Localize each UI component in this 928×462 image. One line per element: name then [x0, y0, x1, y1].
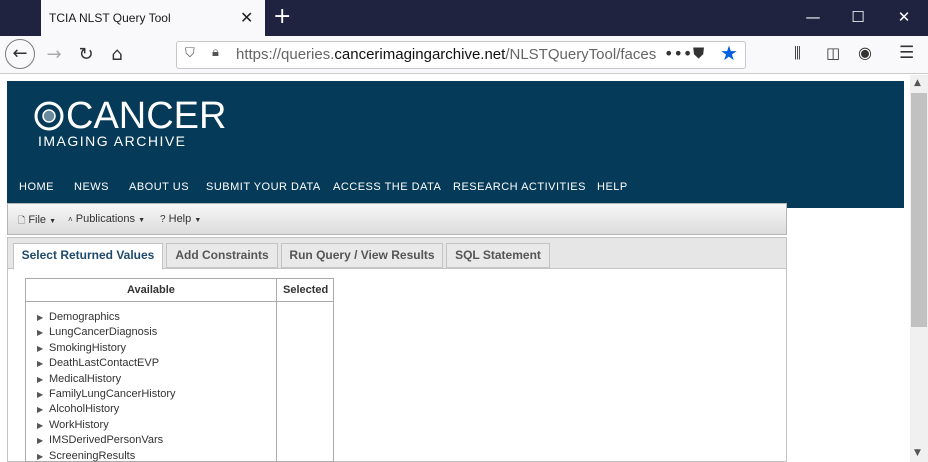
url-path: /NLSTQueryTool/faces/main.x — [505, 46, 656, 63]
forward-button[interactable]: → — [41, 42, 67, 68]
scroll-up-icon[interactable]: ▲ — [914, 78, 921, 88]
tab-run-query[interactable]: Run Query / View Results — [281, 243, 443, 268]
url-prefix: https://queries. — [236, 46, 335, 63]
logo-subtitle[interactable]: IMAGING ARCHIVE — [38, 133, 187, 149]
column-divider — [276, 278, 277, 462]
menu-publications[interactable]: ˄ Publications ▼ — [68, 213, 145, 225]
tab-select-returned-values[interactable]: Select Returned Values — [13, 243, 163, 270]
tree-item-label: SmokingHistory — [49, 342, 127, 354]
url-domain: cancerimagingarchive.net — [334, 46, 506, 63]
expand-arrow-icon[interactable]: ▶ — [37, 359, 43, 368]
sidebar-icon[interactable]: ◫ — [826, 44, 840, 62]
tree-item-label: MedicalHistory — [49, 373, 122, 385]
url-text[interactable]: https://queries.cancerimagingarchive.net… — [236, 46, 656, 63]
window-close-icon[interactable]: ✕ — [894, 8, 914, 26]
tree-item[interactable]: ▶ FamilyLungCancerHistory — [37, 388, 176, 400]
tree-item[interactable]: ▶ SmokingHistory — [37, 342, 126, 354]
tree-item-label: LungCancerDiagnosis — [49, 326, 158, 338]
file-icon: 🗋︎ — [18, 215, 26, 225]
tree-item[interactable]: ▶ WorkHistory — [37, 419, 109, 431]
expand-arrow-icon[interactable]: ▶ — [37, 328, 43, 337]
tree-item-label: DeathLastContactEVP — [49, 357, 160, 369]
tab-add-constraints[interactable]: Add Constraints — [166, 243, 278, 268]
tree-item-label: IMSDerivedPersonVars — [49, 434, 164, 446]
question-icon: ? — [160, 214, 166, 225]
expand-arrow-icon[interactable]: ▶ — [37, 390, 43, 399]
nav-home[interactable]: HOME — [19, 181, 54, 193]
tree-item-label: FamilyLungCancerHistory — [49, 388, 176, 400]
menu-file[interactable]: 🗋︎ File ▼ — [18, 213, 56, 229]
expand-arrow-icon[interactable]: ▶ — [37, 452, 43, 461]
tree-item[interactable]: ▶ LungCancerDiagnosis — [37, 326, 157, 338]
menu-help-label: Help — [168, 213, 192, 225]
nav-news[interactable]: NEWS — [74, 181, 109, 193]
account-icon[interactable]: ◉ — [858, 43, 872, 62]
tree-item-label: Demographics — [49, 311, 120, 323]
bookmark-star-icon[interactable]: ★ — [720, 41, 738, 65]
tree-item[interactable]: ▶ MedicalHistory — [37, 373, 121, 385]
menu-publications-label: Publications — [75, 213, 136, 225]
back-button[interactable]: ← — [5, 39, 35, 69]
nav-research-activities[interactable]: RESEARCH ACTIVITIES — [453, 181, 586, 193]
menu-help[interactable]: ? Help ▼ — [160, 213, 201, 225]
tree-item[interactable]: ▶ IMSDerivedPersonVars — [37, 434, 163, 446]
tree-item-label: AlcoholHistory — [49, 403, 120, 415]
expand-arrow-icon[interactable]: ▶ — [37, 344, 43, 353]
lock-icon[interactable]: 🔒︎ — [212, 45, 219, 60]
menu-icon[interactable]: ☰ — [899, 43, 914, 63]
expand-arrow-icon[interactable]: ▶ — [37, 436, 43, 445]
header-available: Available — [127, 284, 175, 296]
chevron-down-icon: ▼ — [194, 217, 202, 224]
reload-button[interactable]: ↻ — [73, 42, 99, 68]
menu-file-label: File — [28, 214, 47, 226]
expand-arrow-icon[interactable]: ▶ — [37, 405, 43, 414]
chevron-down-icon: ▼ — [138, 217, 146, 224]
expand-arrow-icon[interactable]: ▶ — [37, 421, 43, 430]
shield-icon[interactable]: ⛉ — [185, 46, 195, 61]
tab-title: TCIA NLST Query Tool — [49, 11, 171, 25]
nav-access-the-data[interactable]: ACCESS THE DATA — [333, 181, 441, 193]
header-divider — [25, 301, 334, 302]
tree-item-label: WorkHistory — [49, 419, 109, 431]
expand-arrow-icon[interactable]: ▶ — [37, 313, 43, 322]
tree-item[interactable]: ▶ Demographics — [37, 311, 120, 323]
home-button[interactable]: ⌂ — [104, 42, 130, 68]
tree-item[interactable]: ▶ ScreeningResults — [37, 450, 135, 462]
tab-close-icon[interactable]: ✕ — [240, 8, 253, 27]
scroll-down-icon[interactable]: ▼ — [914, 448, 921, 458]
nav-about-us[interactable]: ABOUT US — [129, 181, 189, 193]
page-actions-icon[interactable]: ••• — [664, 44, 692, 63]
nav-help[interactable]: HELP — [597, 181, 628, 193]
header-selected: Selected — [283, 284, 329, 296]
chevron-up-icon: ˄ — [68, 215, 73, 224]
tab-sql-statement[interactable]: SQL Statement — [446, 243, 550, 268]
expand-arrow-icon[interactable]: ▶ — [37, 375, 43, 384]
pocket-icon[interactable]: ⛊ — [693, 44, 704, 62]
maximize-icon[interactable]: ☐ — [848, 8, 868, 26]
minimize-icon[interactable]: — — [803, 8, 823, 26]
nav-submit-your-data[interactable]: SUBMIT YOUR DATA — [206, 181, 321, 193]
chevron-down-icon: ▼ — [49, 218, 57, 225]
scrollbar-thumb[interactable] — [911, 93, 927, 327]
tree-item-label: ScreeningResults — [49, 450, 136, 462]
new-tab-button[interactable]: + — [273, 4, 291, 29]
logo-cancer-text[interactable]: CANCER — [40, 95, 226, 138]
tree-item[interactable]: ▶ DeathLastContactEVP — [37, 357, 159, 369]
library-icon[interactable]: ⫼ — [794, 44, 801, 62]
tree-item[interactable]: ▶ AlcoholHistory — [37, 403, 119, 415]
